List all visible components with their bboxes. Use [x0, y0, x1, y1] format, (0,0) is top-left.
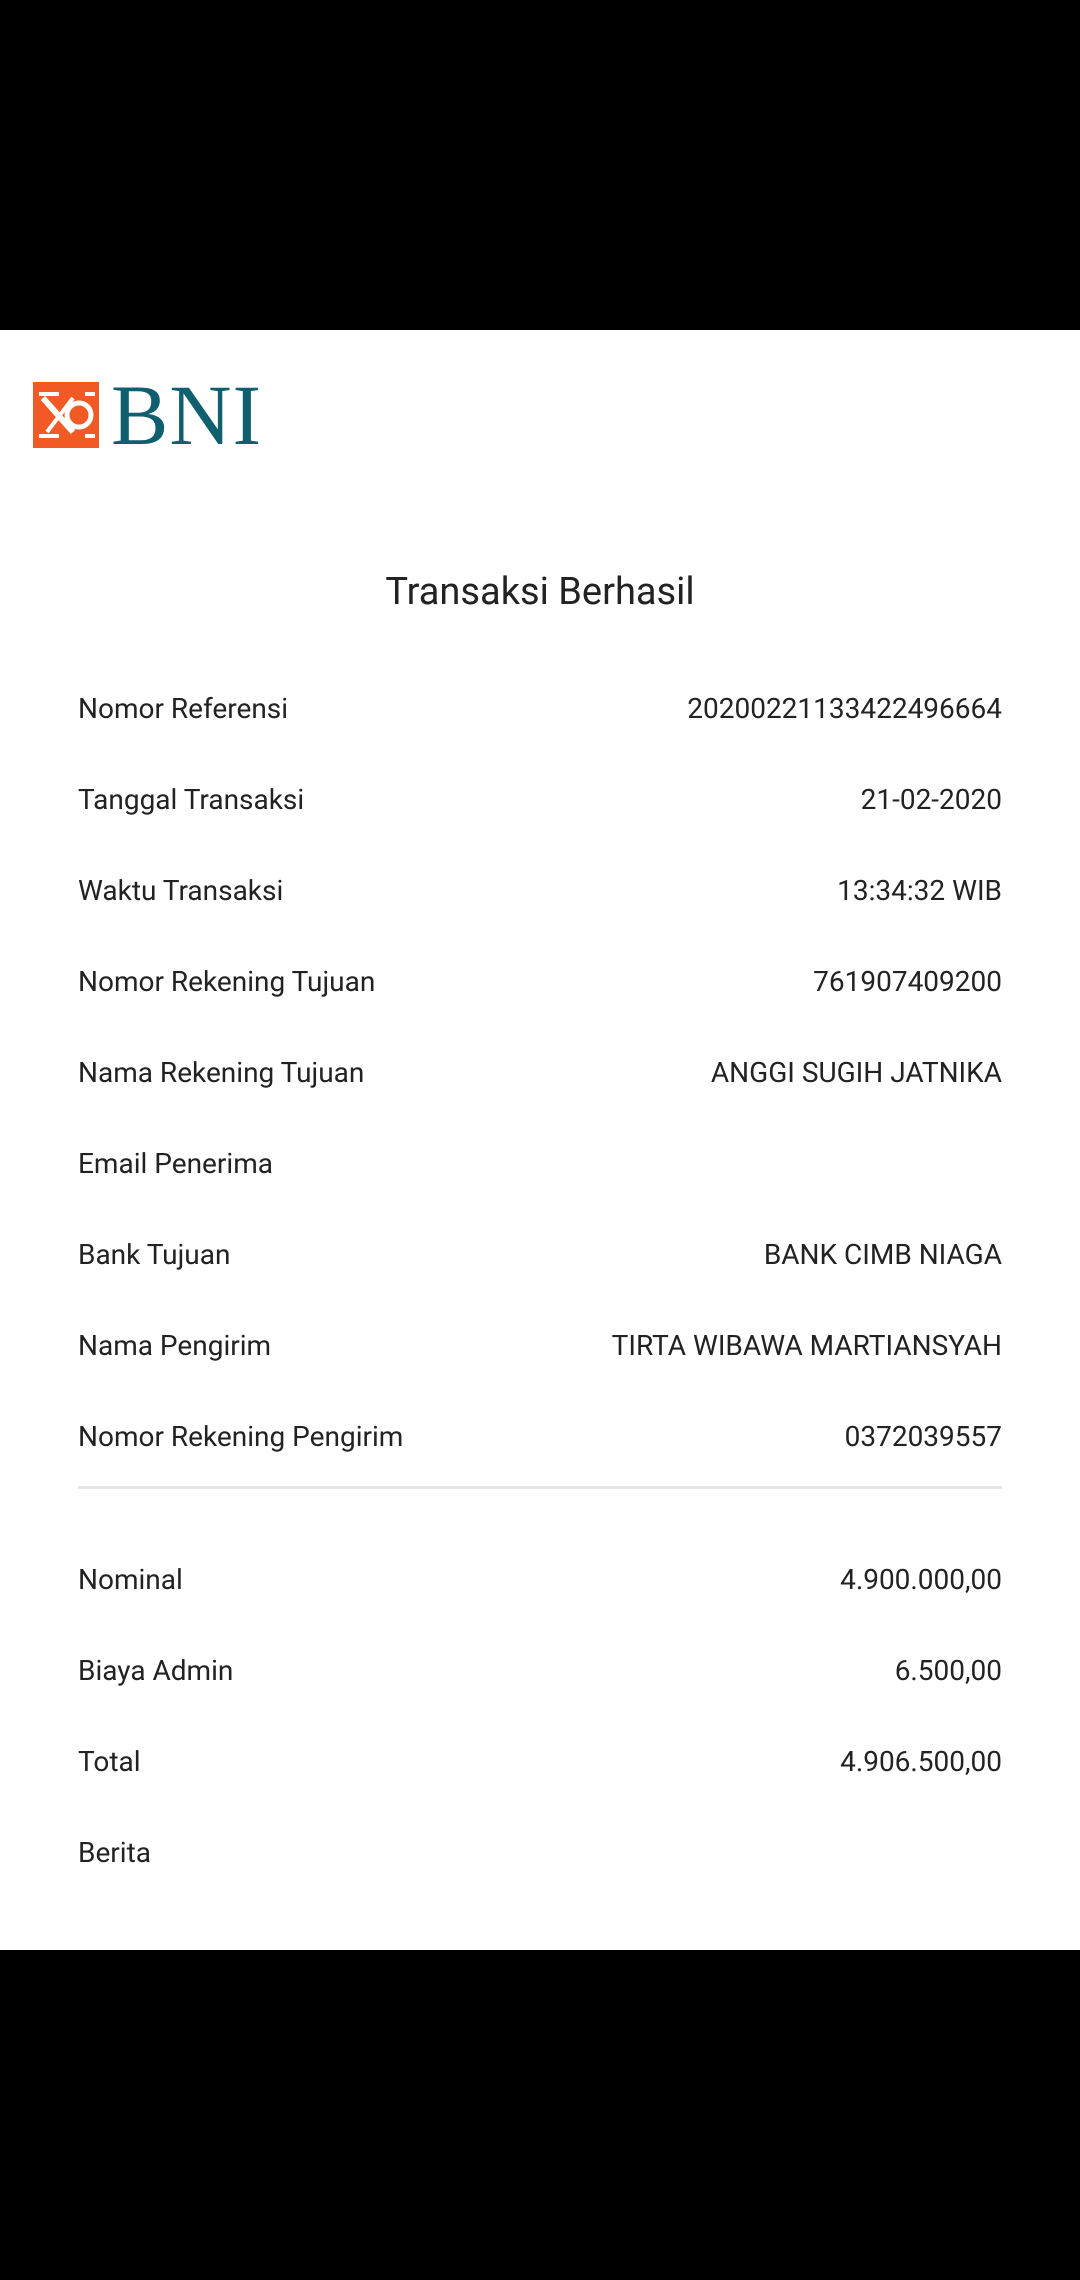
transaction-receipt: BNI Transaksi Berhasil Nomor Referensi 2… — [0, 330, 1080, 1950]
detail-row-destination-name: Nama Rekening Tujuan ANGGI SUGIH JATNIKA — [78, 1050, 1002, 1094]
detail-value: 20200221133422496664 — [687, 691, 1002, 725]
detail-value: 0372039557 — [844, 1419, 1002, 1453]
detail-label: Email Penerima — [78, 1146, 273, 1180]
detail-row-sender-account: Nomor Rekening Pengirim 0372039557 — [78, 1414, 1002, 1458]
amount-label: Berita — [78, 1835, 151, 1869]
amount-value: 4.906.500,00 — [840, 1744, 1002, 1778]
detail-value: 21-02-2020 — [860, 782, 1002, 816]
bni-logo: BNI — [33, 367, 263, 463]
amount-value: 6.500,00 — [894, 1653, 1002, 1687]
detail-label: Nomor Rekening Tujuan — [78, 964, 376, 998]
detail-label: Nomor Rekening Pengirim — [78, 1419, 404, 1453]
detail-value: BANK CIMB NIAGA — [763, 1237, 1002, 1271]
detail-row-destination-account: Nomor Rekening Tujuan 761907409200 — [78, 959, 1002, 1003]
amount-row-message: Berita — [78, 1830, 1002, 1874]
amount-label: Biaya Admin — [78, 1653, 234, 1687]
bni-logo-icon — [33, 382, 99, 448]
bni-logo-text: BNI — [111, 367, 263, 463]
detail-value: 761907409200 — [813, 964, 1002, 998]
amount-label: Nominal — [78, 1562, 183, 1596]
detail-value: ANGGI SUGIH JATNIKA — [710, 1055, 1002, 1089]
detail-label: Nama Pengirim — [78, 1328, 272, 1362]
detail-row-transaction-time: Waktu Transaksi 13:34:32 WIB — [78, 868, 1002, 912]
navigation-bar-area — [0, 1950, 1080, 2280]
status-bar-area — [0, 0, 1080, 330]
amount-value: 4.900.000,00 — [840, 1562, 1002, 1596]
detail-row-transaction-date: Tanggal Transaksi 21-02-2020 — [78, 777, 1002, 821]
section-divider — [78, 1486, 1002, 1489]
amount-label: Total — [78, 1744, 141, 1778]
detail-label: Tanggal Transaksi — [78, 782, 305, 816]
detail-value: TIRTA WIBAWA MARTIANSYAH — [611, 1328, 1002, 1362]
detail-row-destination-bank: Bank Tujuan BANK CIMB NIAGA — [78, 1232, 1002, 1276]
amount-row-nominal: Nominal 4.900.000,00 — [78, 1557, 1002, 1601]
detail-label: Waktu Transaksi — [78, 873, 284, 907]
amount-row-admin-fee: Biaya Admin 6.500,00 — [78, 1648, 1002, 1692]
page-title: Transaksi Berhasil — [385, 570, 695, 614]
detail-row-sender-name: Nama Pengirim TIRTA WIBAWA MARTIANSYAH — [78, 1323, 1002, 1367]
detail-row-recipient-email: Email Penerima — [78, 1141, 1002, 1185]
amount-row-total: Total 4.906.500,00 — [78, 1739, 1002, 1783]
detail-value: 13:34:32 WIB — [837, 873, 1002, 907]
detail-row-reference-number: Nomor Referensi 20200221133422496664 — [78, 686, 1002, 730]
detail-label: Nama Rekening Tujuan — [78, 1055, 365, 1089]
detail-label: Nomor Referensi — [78, 691, 289, 725]
detail-label: Bank Tujuan — [78, 1237, 231, 1271]
